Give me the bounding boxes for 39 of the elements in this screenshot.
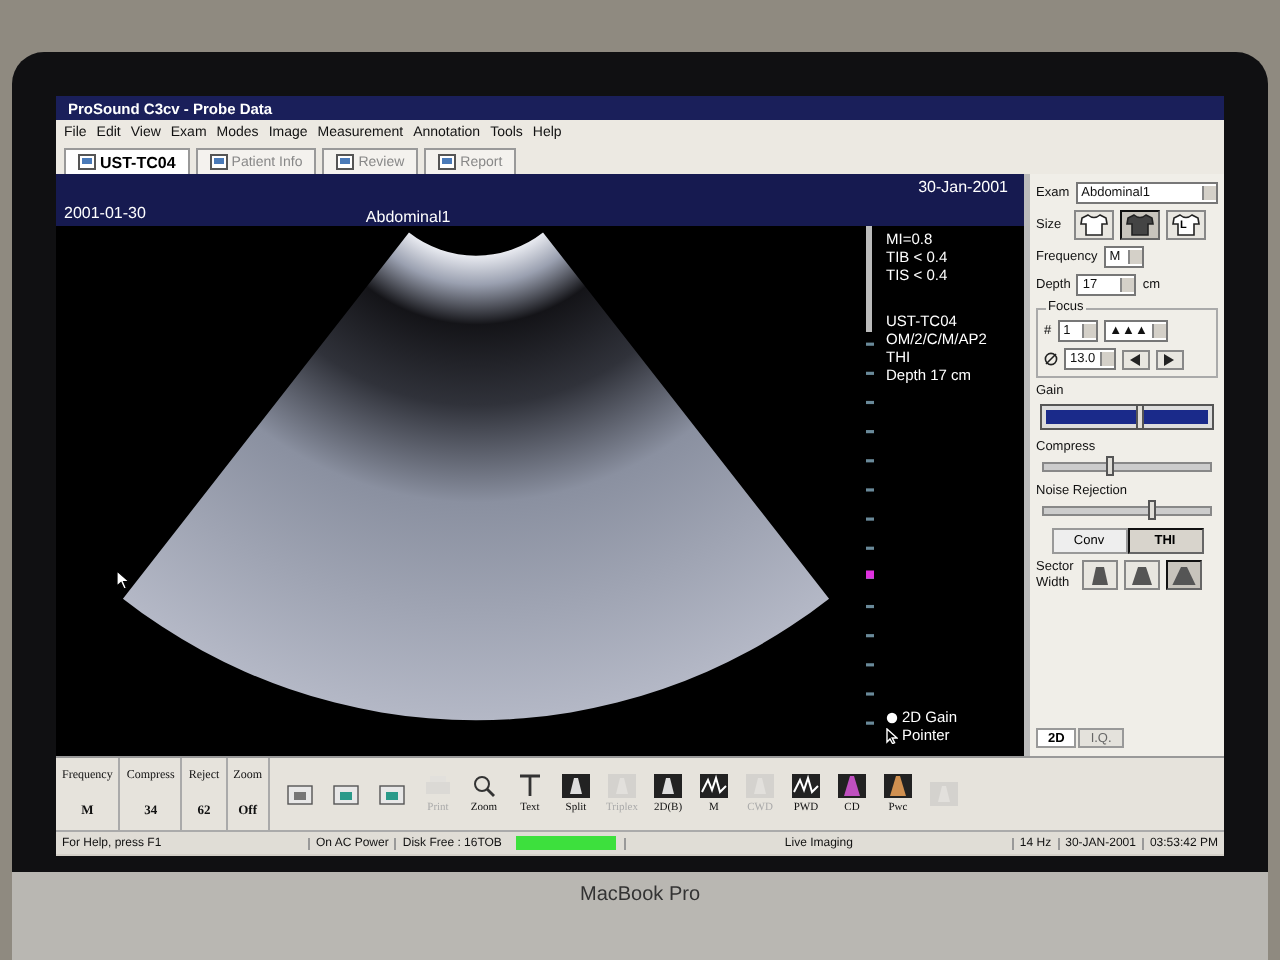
sector-shape-icon <box>1088 565 1112 585</box>
size-button[interactable] <box>1074 210 1114 240</box>
crossed-circle-icon <box>1044 352 1058 366</box>
cursor-icon <box>116 570 130 590</box>
size-button[interactable] <box>1120 210 1160 240</box>
left-arrow-button[interactable] <box>1121 349 1150 369</box>
document-icon <box>209 154 228 170</box>
left-triangle-icon <box>1130 353 1141 365</box>
slider-thumb[interactable] <box>1147 500 1156 520</box>
preset-name: Abdominal1 <box>365 208 451 226</box>
header-date: 30-Jan-2001 <box>918 178 1008 196</box>
text-tool-icon <box>516 774 544 798</box>
color-doppler-icon <box>884 774 912 798</box>
right-arrow-button[interactable] <box>1155 349 1184 369</box>
slider-thumb[interactable] <box>1135 404 1144 430</box>
sector-shape-icon <box>1172 565 1196 585</box>
activity-bar <box>515 836 616 850</box>
sector-width-button[interactable] <box>1166 560 1202 590</box>
laptop-brand-label: MacBook Pro <box>12 872 1268 960</box>
color-doppler-icon <box>838 774 866 798</box>
shirt-icon <box>1080 214 1108 236</box>
document-icon <box>438 154 457 170</box>
exam-date: 2001-01-30 <box>62 204 146 226</box>
spectrum-icon <box>792 774 820 798</box>
pointer-icon <box>886 727 898 743</box>
tab[interactable]: UST-TC04 <box>64 148 190 174</box>
shirt-icon <box>1126 214 1154 236</box>
sector-width-button[interactable] <box>1082 560 1118 590</box>
search-icon <box>470 774 498 798</box>
document-icon <box>336 154 355 170</box>
right-triangle-icon <box>1164 353 1175 365</box>
sector-width-button[interactable] <box>1124 560 1160 590</box>
shirt-icon <box>1172 214 1200 236</box>
sector-shape-icon <box>1130 565 1154 585</box>
document-icon <box>78 154 96 170</box>
knob-icon <box>886 711 898 723</box>
slider-thumb[interactable] <box>1106 456 1115 476</box>
ultrasound-image-icon <box>654 774 682 798</box>
waveform-icon <box>700 774 728 798</box>
